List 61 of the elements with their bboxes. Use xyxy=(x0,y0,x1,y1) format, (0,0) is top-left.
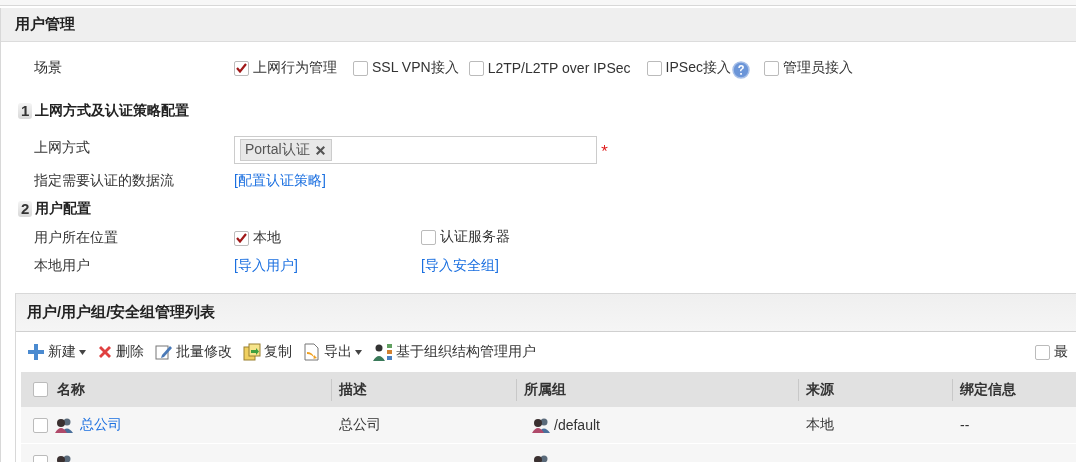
checkmark-icon xyxy=(236,233,247,243)
export-icon xyxy=(303,343,321,361)
link[interactable]: [导入安全组] xyxy=(421,257,499,273)
checkbox-label: SSL VPN接入 xyxy=(372,59,459,77)
field-label: 用户所在位置 xyxy=(34,229,119,247)
column-header[interactable]: 所属组 xyxy=(524,380,566,399)
checkbox[interactable] xyxy=(234,230,249,246)
column-header[interactable]: 绑定信息 xyxy=(960,380,1016,399)
toolbar-button[interactable]: 导出 xyxy=(303,343,362,361)
panel-title: 用户/用户组/安全组管理列表 xyxy=(16,294,1076,332)
step-number: 2 xyxy=(18,201,33,217)
checkbox[interactable] xyxy=(234,60,249,76)
checkbox[interactable] xyxy=(33,382,48,397)
toolbar-button[interactable]: 基于组织结构管理用户 xyxy=(373,343,536,361)
link[interactable]: [导入用户] xyxy=(234,257,298,273)
plus-icon xyxy=(27,343,45,361)
checkbox-label: L2TP/L2TP over IPSec xyxy=(487,60,631,76)
table-cell: /default xyxy=(554,417,600,433)
checkbox[interactable] xyxy=(421,229,436,245)
users-icon xyxy=(373,343,393,361)
delete-icon xyxy=(97,344,113,360)
edit-icon xyxy=(155,343,173,361)
table-cell: 本地 xyxy=(806,416,834,434)
link[interactable]: 总公司 xyxy=(80,416,122,434)
checkbox-label: 认证服务器 xyxy=(440,228,510,247)
toolbar-button[interactable]: 复制 xyxy=(243,343,292,361)
user-group-icon xyxy=(55,417,73,433)
column-header[interactable]: 来源 xyxy=(806,380,834,399)
user-group-icon xyxy=(532,417,550,433)
table-cell: 总公司 xyxy=(339,416,381,434)
column-header[interactable]: 描述 xyxy=(339,380,367,399)
checkmark-icon xyxy=(236,63,247,73)
checkbox-label: 最 xyxy=(1054,343,1068,361)
field-label: 指定需要认证的数据流 xyxy=(34,172,175,190)
section-title: 上网方式及认证策略配置 xyxy=(35,102,190,120)
checkbox-label: 上网行为管理 xyxy=(253,59,337,77)
field-label: 上网方式 xyxy=(34,139,90,155)
checkbox-label: IPSec接入 xyxy=(665,59,731,77)
checkbox[interactable] xyxy=(646,60,662,76)
toolbar-button[interactable]: 批量修改 xyxy=(155,343,232,361)
column-header[interactable]: 名称 xyxy=(57,380,85,399)
field-label: 场景 xyxy=(34,59,63,77)
link[interactable]: [配置认证策略] xyxy=(234,172,326,188)
table-cell: -- xyxy=(960,417,970,433)
checkbox[interactable] xyxy=(353,60,368,76)
checkbox-label: 本地 xyxy=(253,229,281,247)
tag-chip: Portal认证 xyxy=(240,139,332,161)
copy-icon xyxy=(243,343,261,361)
checkbox[interactable] xyxy=(468,60,484,76)
panel-title: 用户管理 xyxy=(1,8,1076,42)
checkbox[interactable] xyxy=(33,417,48,433)
toolbar-button[interactable]: 新建 xyxy=(27,343,86,361)
checkbox[interactable] xyxy=(1035,344,1050,360)
checkbox-label: 管理员接入 xyxy=(782,59,853,77)
remove-icon xyxy=(315,145,325,155)
checkbox[interactable] xyxy=(763,60,779,76)
tag-input-field[interactable]: Portal认证 xyxy=(234,136,597,164)
step-number: 1 xyxy=(18,103,33,119)
field-label: 本地用户 xyxy=(34,257,91,275)
section-title: 用户配置 xyxy=(35,200,92,218)
toolbar-button[interactable]: 删除 xyxy=(97,343,144,361)
